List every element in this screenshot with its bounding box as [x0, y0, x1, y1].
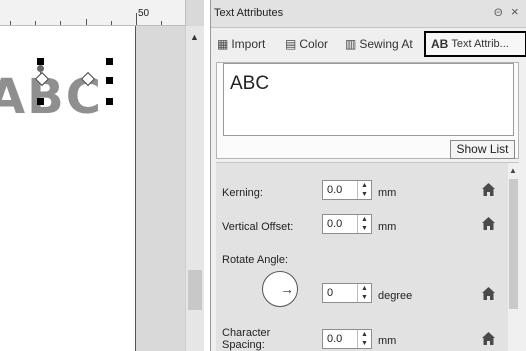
text-attributes-icon: AB — [431, 37, 449, 51]
kerning-value[interactable]: 0.0 — [327, 184, 342, 196]
character-spacing-label: Character Spacing: — [222, 327, 271, 351]
rotate-angle-dial[interactable]: → — [262, 271, 298, 307]
selection-handle[interactable] — [37, 98, 44, 105]
rotate-angle-value[interactable]: 0 — [327, 287, 333, 299]
sewing-icon: ▥ — [345, 37, 357, 51]
kerning-stepper[interactable]: 0.0 ▲ ▼ — [322, 180, 372, 200]
tab-label: Import — [231, 37, 266, 51]
tab-color[interactable]: ▤ Color — [285, 34, 328, 54]
vertical-offset-unit: mm — [378, 221, 397, 233]
vertical-offset-stepper[interactable]: 0.0 ▲ ▼ — [322, 214, 372, 234]
horizontal-ruler: 50 — [0, 0, 185, 26]
kerning-unit: mm — [378, 187, 397, 199]
tab-sewing-attributes[interactable]: ▥ Sewing At — [345, 34, 413, 54]
selection-handle[interactable] — [37, 58, 44, 65]
reset-default-icon[interactable] — [481, 182, 496, 197]
panel-tab-strip: ▦ Import ▤ Color ▥ Sewing At AB Text Att… — [211, 28, 526, 59]
ruler-tick — [86, 19, 87, 25]
selection-handle[interactable] — [106, 58, 113, 65]
import-icon: ▦ — [217, 37, 229, 51]
ruler-divider — [185, 0, 186, 26]
attributes-properties: Kerning: 0.0 ▲ ▼ mm Vertical Offset: 0.0 … — [216, 162, 519, 351]
spin-down-icon[interactable]: ▼ — [358, 339, 371, 348]
tab-label: Color — [299, 37, 329, 51]
scroll-up-icon[interactable]: ▲ — [509, 166, 517, 175]
text-attributes-panel: Text Attributes Θ × ▦ Import ▤ Color ▥ S… — [210, 0, 526, 351]
panel-title: Text Attributes — [214, 7, 284, 19]
spin-up-icon[interactable]: ▲ — [358, 181, 371, 190]
spin-down-icon[interactable]: ▼ — [358, 190, 371, 199]
character-spacing-stepper[interactable]: 0.0 ▲ ▼ — [322, 329, 372, 349]
rotate-angle-label: Rotate Angle: — [222, 254, 289, 266]
design-canvas-area: 50 ABC ▲ — [0, 0, 204, 351]
rotate-angle-unit: degree — [378, 290, 413, 302]
spin-up-icon[interactable]: ▲ — [358, 284, 371, 293]
scrollbar-thumb[interactable] — [509, 179, 518, 309]
properties-scrollbar[interactable]: ▲ — [508, 163, 519, 351]
canvas-vertical-scrollbar[interactable]: ▲ — [185, 26, 204, 351]
character-spacing-spin-buttons[interactable]: ▲ ▼ — [357, 330, 371, 348]
vertical-offset-label: Vertical Offset: — [222, 221, 294, 233]
ruler-tick — [10, 21, 11, 25]
spin-down-icon[interactable]: ▼ — [358, 224, 371, 233]
panel-title-bar: Text Attributes Θ × — [211, 0, 526, 28]
rotate-angle-spin-buttons[interactable]: ▲ ▼ — [357, 284, 371, 302]
tab-text-attributes[interactable]: AB Text Attrib... — [424, 31, 526, 57]
ruler-tick — [60, 21, 61, 25]
ruler-tick — [35, 21, 36, 25]
ruler-label: 50 — [138, 8, 150, 19]
character-spacing-value[interactable]: 0.0 — [327, 333, 342, 345]
color-icon: ▤ — [285, 37, 297, 51]
ruler-tick — [111, 21, 112, 25]
reset-default-icon[interactable] — [481, 216, 496, 231]
pin-icon[interactable]: Θ — [494, 7, 503, 19]
embroidery-page[interactable]: ABC — [0, 26, 136, 351]
reset-default-icon[interactable] — [481, 331, 496, 346]
tab-label: Sewing At — [359, 37, 413, 51]
reset-default-icon[interactable] — [481, 286, 496, 301]
spin-up-icon[interactable]: ▲ — [358, 215, 371, 224]
selection-handle[interactable] — [106, 98, 113, 105]
text-input[interactable]: ABC — [223, 63, 514, 136]
kerning-spin-buttons[interactable]: ▲ ▼ — [357, 181, 371, 199]
vertical-offset-value[interactable]: 0.0 — [327, 218, 342, 230]
selection-handle[interactable] — [106, 77, 113, 84]
scrollbar-thumb[interactable] — [188, 270, 202, 310]
arrow-right-icon: → — [280, 281, 294, 297]
text-entry-group: ABC Show List — [216, 62, 519, 159]
tab-label: Text Attrib... — [451, 38, 509, 50]
show-list-button[interactable]: Show List — [450, 140, 515, 159]
rotate-angle-stepper[interactable]: 0 ▲ ▼ — [322, 283, 372, 303]
kerning-label: Kerning: — [222, 187, 263, 199]
spin-down-icon[interactable]: ▼ — [358, 293, 371, 302]
character-spacing-unit: mm — [378, 335, 397, 347]
ruler-tick — [136, 13, 137, 25]
scroll-up-icon[interactable]: ▲ — [190, 32, 199, 42]
spin-up-icon[interactable]: ▲ — [358, 330, 371, 339]
vertical-offset-spin-buttons[interactable]: ▲ ▼ — [357, 215, 371, 233]
ruler-tick — [161, 21, 162, 25]
close-icon[interactable]: × — [511, 4, 519, 19]
tab-import[interactable]: ▦ Import — [217, 34, 265, 54]
